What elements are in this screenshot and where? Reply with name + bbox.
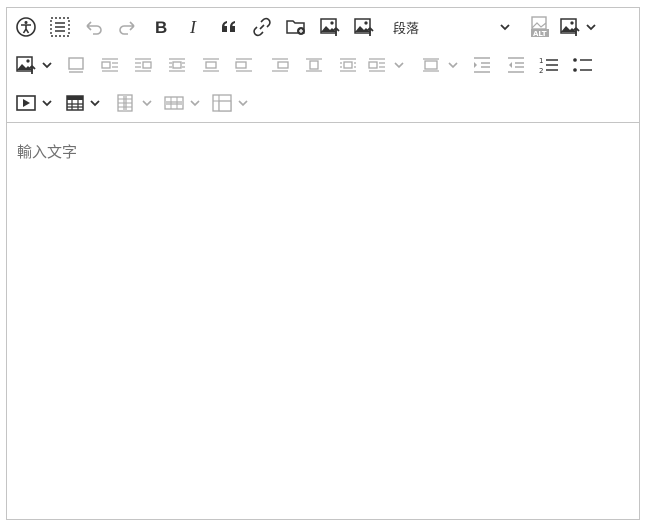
inline-icon: [203, 58, 219, 72]
block-right-icon: [272, 58, 289, 72]
svg-text:I: I: [189, 17, 197, 37]
quote-icon: [222, 21, 235, 32]
image-side-button[interactable]: [299, 51, 329, 79]
undo-icon: [86, 21, 102, 35]
bold-button[interactable]: B: [146, 13, 176, 41]
align-center-icon: [169, 58, 185, 72]
chevron-down-icon: [142, 100, 152, 107]
image-block-left-button[interactable]: [229, 51, 259, 79]
heading-dropdown[interactable]: 段落: [387, 13, 517, 41]
italic-button[interactable]: I: [180, 13, 210, 41]
chevron-down-icon: [586, 24, 596, 31]
image-inline-button[interactable]: [196, 51, 226, 79]
image-wrap-dropdown[interactable]: [367, 51, 417, 79]
svg-text:ALT: ALT: [533, 30, 547, 38]
image-align-center-button[interactable]: [162, 51, 192, 79]
upload-image-button[interactable]: [315, 13, 345, 41]
chevron-down-icon: [90, 100, 100, 107]
folder-add-icon: [286, 20, 305, 35]
image-upload-icon: [320, 18, 340, 36]
toggle-caption-button[interactable]: [61, 51, 91, 79]
bold-icon: B: [155, 18, 167, 37]
image-alt-icon: ALT: [531, 16, 549, 38]
redo-icon: [119, 21, 135, 35]
chevron-down-icon: [448, 62, 458, 69]
image-upload-icon: [354, 18, 374, 36]
chevron-down-icon: [394, 62, 404, 69]
heading-dropdown-label: 段落: [393, 21, 420, 37]
redo-button[interactable]: [112, 13, 142, 41]
select-all-icon: [50, 17, 70, 37]
block-left-icon: [235, 58, 252, 72]
break-icon: [423, 58, 439, 72]
link-button[interactable]: [247, 13, 277, 41]
editor-placeholder: 輸入文字: [17, 143, 78, 161]
side-icon: [306, 58, 322, 72]
accessibility-icon: [16, 17, 36, 37]
image-wrap-button[interactable]: [333, 51, 363, 79]
table-row-dropdown[interactable]: [161, 89, 207, 117]
file-manager-button[interactable]: [281, 13, 311, 41]
image-insert-dropdown[interactable]: [559, 13, 603, 41]
chevron-down-icon: [42, 62, 52, 69]
alt-text-button[interactable]: ALT: [525, 13, 555, 41]
table-icon: [66, 95, 84, 111]
svg-text:2: 2: [539, 67, 543, 75]
editor-toolbar: B I 段落 ALT 1 2: [7, 8, 639, 123]
blockquote-button[interactable]: [214, 13, 244, 41]
outdent-icon: [508, 57, 524, 73]
svg-text:1: 1: [539, 57, 543, 65]
insert-table-dropdown[interactable]: [61, 89, 105, 117]
accessibility-button[interactable]: [11, 13, 41, 41]
image-upload-icon: [16, 56, 36, 74]
wrap-icon: [340, 58, 356, 72]
indent-icon: [474, 57, 490, 73]
table-row-icon: [164, 96, 184, 110]
image-align-right-button[interactable]: [128, 51, 158, 79]
align-left-icon: [101, 58, 118, 72]
bulleted-list-icon: [573, 58, 592, 72]
image-upload-icon: [560, 18, 580, 36]
select-all-button[interactable]: [45, 13, 75, 41]
image-break-dropdown[interactable]: [421, 51, 467, 79]
svg-text:B: B: [155, 18, 167, 37]
indent-button[interactable]: [467, 51, 497, 79]
media-embed-dropdown[interactable]: [11, 89, 57, 117]
undo-button[interactable]: [79, 13, 109, 41]
numbered-list-icon: 12: [539, 57, 558, 75]
chevron-down-icon: [42, 100, 52, 107]
caption-icon: [68, 57, 84, 73]
rich-text-editor: B I 段落 ALT 1 2 輸入文字: [6, 7, 640, 520]
media-icon: [16, 95, 36, 111]
merge-cells-icon: [212, 94, 232, 112]
align-right-icon: [135, 58, 152, 72]
chevron-down-icon: [238, 100, 248, 107]
table-column-icon: [117, 94, 133, 112]
insert-image-url-button[interactable]: [349, 13, 379, 41]
editor-content-area[interactable]: 輸入文字: [7, 123, 639, 519]
image-align-left-button[interactable]: [95, 51, 125, 79]
table-column-dropdown[interactable]: [111, 89, 155, 117]
image-insert-dropdown-2[interactable]: [11, 51, 55, 79]
link-icon: [253, 17, 271, 37]
italic-icon: I: [189, 17, 197, 37]
numbered-list-button[interactable]: 12: [534, 51, 564, 79]
merge-cells-dropdown[interactable]: [209, 89, 255, 117]
outdent-button[interactable]: [501, 51, 531, 79]
wrap-icon: [368, 58, 385, 72]
bulleted-list-button[interactable]: [568, 51, 598, 79]
image-block-right-button[interactable]: [265, 51, 295, 79]
chevron-down-icon: [500, 24, 510, 31]
chevron-down-icon: [190, 100, 200, 107]
